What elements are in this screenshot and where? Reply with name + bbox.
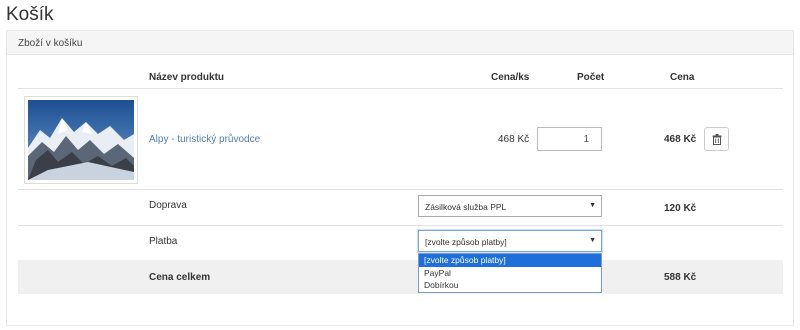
total-price: 588 Kč [664,272,697,283]
shipping-select-value: Zásilková služba PPL [425,202,507,212]
shipping-select[interactable]: Zásilková služba PPL ▼ [418,195,602,217]
payment-select[interactable]: [zvolte způsob platby] ▼ [418,230,602,252]
product-unit-price: 468 Kč [498,134,530,145]
header-quantity: Počet [577,72,605,83]
header-unit-price: Cena/ks [491,72,530,83]
payment-option[interactable]: Dobírkou [419,279,601,292]
header-price: Cena [670,72,695,83]
total-label: Cena celkem [149,272,211,283]
payment-option[interactable]: [zvolte způsob platby] [419,254,601,267]
payment-select-value: [zvolte způsob platby] [425,237,507,247]
shipping-label: Doprava [149,200,187,211]
quantity-input[interactable] [537,127,602,151]
header-product-name: Název produktu [149,72,225,83]
header-divider [18,88,783,89]
dropdown-arrow-icon: ▼ [589,202,596,209]
page-title: Košík [6,4,54,25]
mountain-photo-icon [28,100,134,180]
dropdown-arrow-icon: ▼ [589,237,596,244]
payment-options-list: [zvolte způsob platby] PayPal Dobírkou [418,253,602,293]
trash-icon [712,133,721,145]
product-image[interactable] [24,96,138,184]
row-divider [18,225,783,226]
product-name-link[interactable]: Alpy - turistický průvodce [149,134,260,145]
row-divider [18,189,783,190]
shipping-price: 120 Kč [664,203,697,214]
panel-heading: Zboží v košíku [7,31,793,55]
product-price: 468 Kč [664,134,697,145]
payment-label: Platba [149,236,178,247]
delete-item-button[interactable] [704,127,729,151]
payment-option[interactable]: PayPal [419,267,601,280]
